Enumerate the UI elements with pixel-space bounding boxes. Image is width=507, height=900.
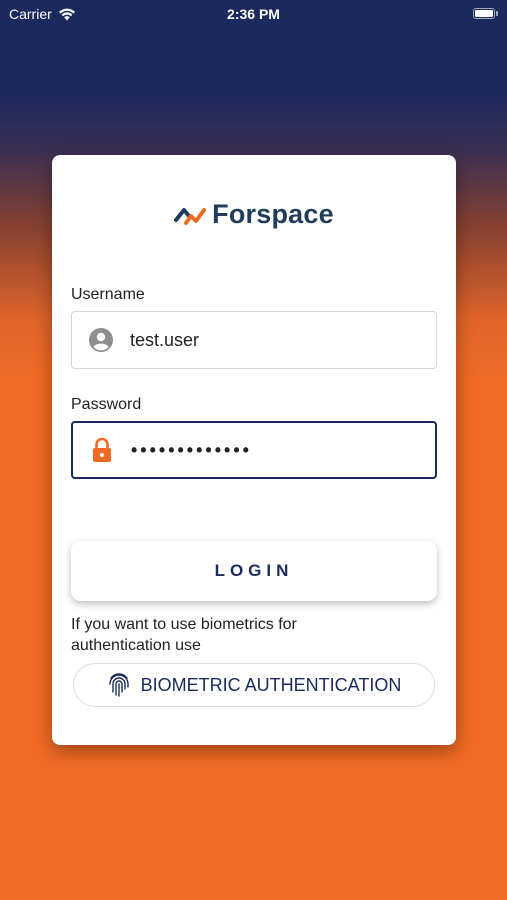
brand-name: Forspace [212, 199, 334, 229]
password-label: Password [71, 396, 142, 413]
password-field[interactable]: ••••••••••••• [71, 421, 437, 479]
fingerprint-icon [108, 673, 129, 697]
biometrics-note: If you want to use biometrics for authen… [71, 616, 297, 654]
username-label: Username [71, 286, 145, 303]
status-time: 2:36 PM [227, 6, 280, 22]
login-button[interactable]: LOGIN [71, 541, 437, 601]
username-value: test.user [130, 329, 200, 350]
brand-logo: Forspace [52, 199, 456, 230]
status-bar: Carrier 2:36 PM [0, 0, 507, 28]
biometric-button-label: BIOMETRIC AUTHENTICATION [140, 674, 402, 695]
battery-level [475, 10, 493, 17]
battery-icon [473, 8, 498, 19]
password-value: ••••••••••••• [131, 439, 252, 460]
lock-icon [89, 437, 115, 463]
login-card: Forspace Username test.user Password •••… [52, 155, 456, 745]
username-field[interactable]: test.user [71, 311, 437, 369]
account-circle-icon [88, 327, 114, 353]
forspace-logo-icon [174, 207, 207, 225]
biometric-authentication-button[interactable]: BIOMETRIC AUTHENTICATION [73, 663, 435, 707]
